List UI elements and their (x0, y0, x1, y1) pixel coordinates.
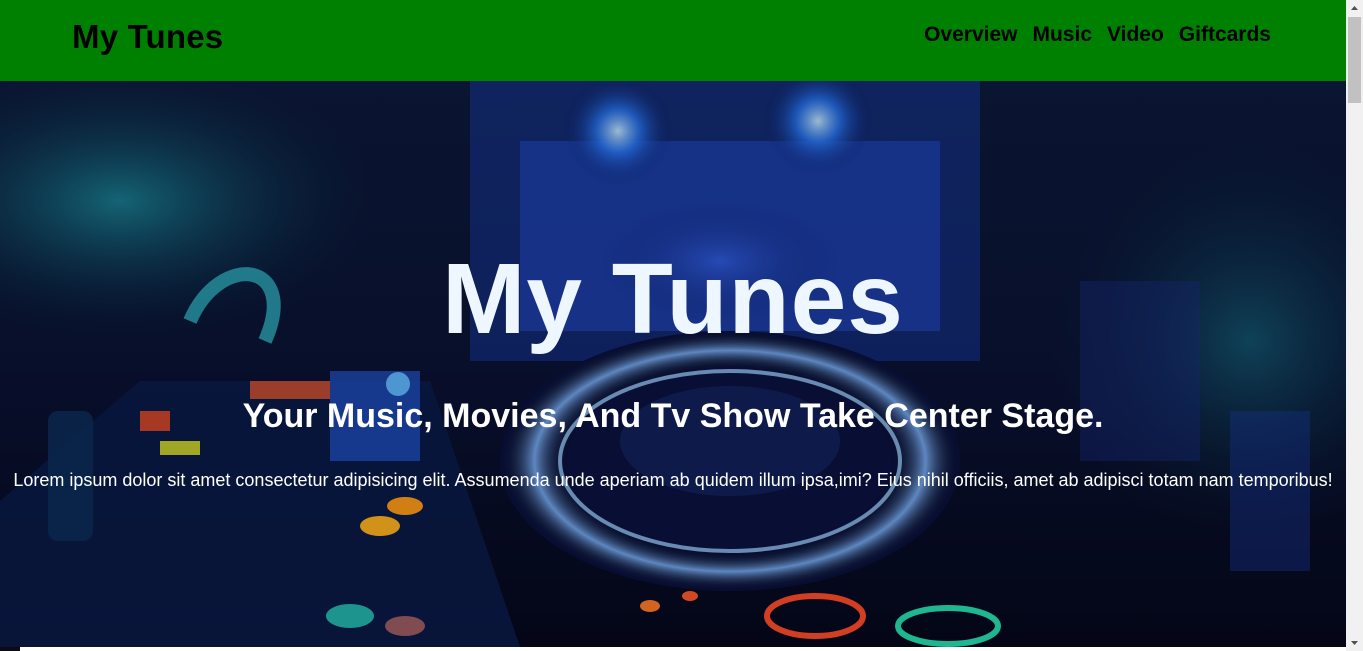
page-bottom-edge (0, 647, 20, 651)
nav-link-overview[interactable]: Overview (924, 23, 1017, 47)
scroll-down-arrow-icon[interactable] (1346, 634, 1363, 651)
hero-title: My Tunes (442, 243, 904, 355)
hero-description: Lorem ipsum dolor sit amet consectetur a… (13, 470, 1333, 490)
page: My Tunes Overview Music Video Giftcards (0, 0, 1363, 651)
navbar: My Tunes Overview Music Video Giftcards (0, 0, 1346, 81)
nav-link-video[interactable]: Video (1107, 23, 1164, 47)
page-bottom-strip (0, 647, 1346, 651)
vertical-scrollbar[interactable] (1346, 0, 1363, 651)
nav-menu: Overview Music Video Giftcards (924, 23, 1271, 47)
hero-background-image (0, 81, 1346, 647)
nav-link-music[interactable]: Music (1032, 23, 1092, 47)
hero-subtitle: Your Music, Movies, And Tv Show Take Cen… (242, 397, 1104, 435)
nav-link-giftcards[interactable]: Giftcards (1179, 23, 1271, 47)
brand-logo[interactable]: My Tunes (72, 18, 223, 56)
scroll-up-arrow-icon[interactable] (1346, 0, 1363, 17)
hero-section: My Tunes Your Music, Movies, And Tv Show… (0, 81, 1346, 647)
scrollbar-thumb[interactable] (1348, 17, 1361, 103)
viewport: My Tunes Overview Music Video Giftcards (0, 0, 1346, 651)
